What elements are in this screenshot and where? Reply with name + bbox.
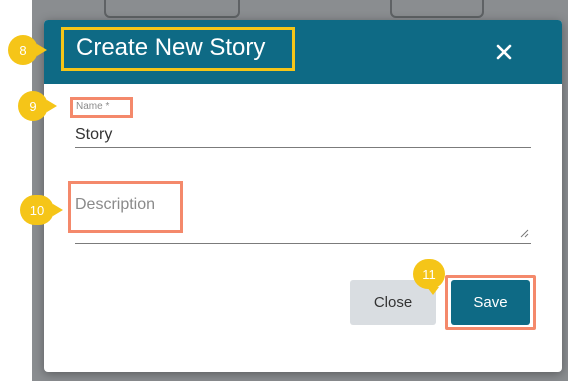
save-button[interactable]: Save	[451, 280, 530, 325]
step-marker-10: 10	[20, 195, 63, 225]
dialog-title: Create New Story	[76, 34, 266, 61]
background-element	[390, 0, 484, 18]
dialog-header: Create New Story	[44, 20, 562, 84]
name-label: Name *	[76, 101, 110, 112]
close-icon[interactable]	[492, 40, 516, 64]
background-element	[104, 0, 240, 18]
description-input[interactable]	[75, 196, 531, 244]
create-story-dialog: Create New Story Name * Close Save	[44, 20, 562, 372]
resize-handle-icon[interactable]	[520, 229, 529, 238]
step-marker-8: 8	[8, 35, 47, 65]
step-marker-11: 11	[413, 259, 445, 295]
name-input[interactable]	[75, 118, 531, 148]
step-marker-9: 9	[18, 91, 57, 121]
